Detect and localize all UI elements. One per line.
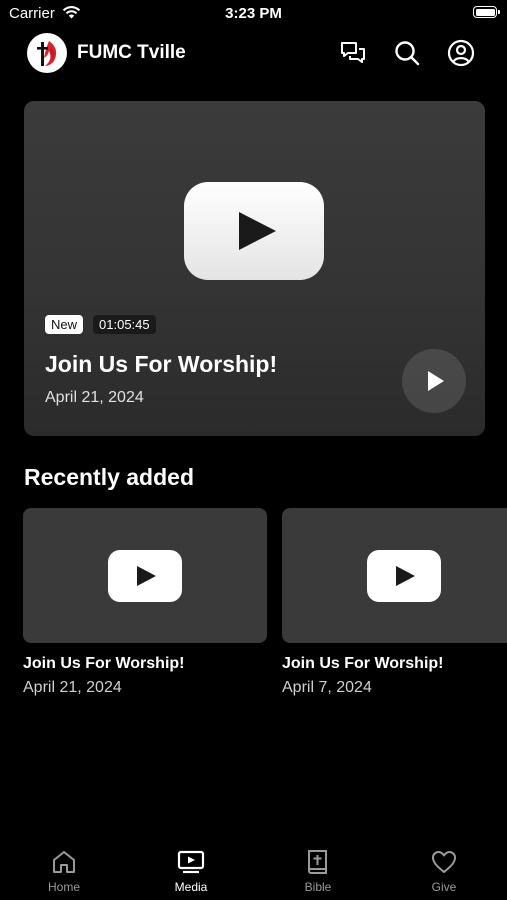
new-badge: New	[45, 315, 84, 334]
cross-and-flame-icon	[37, 41, 57, 66]
featured-video-date: April 21, 2024	[45, 389, 144, 406]
bottom-tab-bar: Home Media Bible Give	[0, 840, 507, 900]
status-time: 3:23 PM	[225, 5, 282, 22]
video-badges: New 01:05:45	[45, 315, 156, 334]
app-header: FUMC Tville	[0, 28, 507, 78]
search-icon	[395, 41, 420, 66]
duration-badge: 01:05:45	[93, 315, 156, 334]
battery-icon	[473, 6, 500, 18]
tv-play-icon	[177, 850, 205, 874]
video-play-icon	[367, 550, 441, 602]
heart-icon	[432, 851, 456, 873]
video-thumbnail	[282, 508, 507, 643]
tab-label: Media	[174, 880, 208, 894]
home-icon	[53, 851, 75, 873]
account-button[interactable]	[446, 38, 476, 68]
tab-give[interactable]: Give	[394, 848, 494, 894]
status-bar: Carrier 3:23 PM	[0, 0, 507, 28]
chat-button[interactable]	[338, 38, 368, 68]
bible-icon	[308, 850, 327, 874]
video-card-date: April 7, 2024	[282, 679, 372, 696]
tab-label: Home	[47, 880, 80, 894]
video-card[interactable]: Join Us For Worship! April 7, 2024	[282, 508, 507, 697]
recently-added-heading: Recently added	[24, 464, 194, 490]
church-logo	[27, 33, 67, 73]
play-button[interactable]	[402, 349, 466, 413]
play-icon	[428, 371, 444, 391]
app-title: FUMC Tville	[77, 42, 186, 63]
featured-video-card[interactable]: New 01:05:45 Join Us For Worship! April …	[24, 101, 485, 436]
tab-bible[interactable]: Bible	[268, 848, 368, 894]
tab-media[interactable]: Media	[141, 848, 241, 894]
tab-label: Give	[431, 880, 457, 894]
video-play-icon	[108, 550, 182, 602]
tab-label: Bible	[304, 880, 332, 894]
video-card-title: Join Us For Worship!	[282, 655, 444, 672]
search-button[interactable]	[392, 38, 422, 68]
chat-bubbles-icon	[341, 42, 365, 63]
video-card[interactable]: Join Us For Worship! April 21, 2024	[23, 508, 267, 697]
user-circle-icon	[447, 39, 475, 67]
video-card-title: Join Us For Worship!	[23, 655, 185, 672]
video-thumbnail	[23, 508, 267, 643]
tab-home[interactable]: Home	[14, 848, 114, 894]
video-card-date: April 21, 2024	[23, 679, 122, 696]
video-play-icon	[184, 182, 324, 280]
featured-video-title: Join Us For Worship!	[45, 351, 278, 377]
